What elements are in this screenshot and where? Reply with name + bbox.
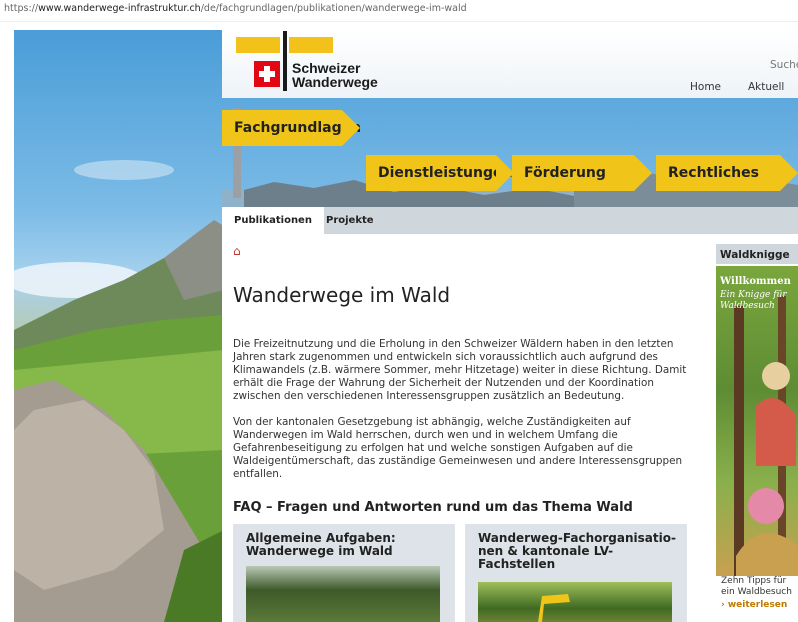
address-bar[interactable]: https://www.wanderwege-infrastruktur.ch/… xyxy=(0,0,798,22)
logo-post xyxy=(283,31,287,91)
logo-line1: Schweizer xyxy=(292,60,361,76)
logo-line2: Wanderwege xyxy=(292,74,378,90)
nav-foerderung-label: Förderung xyxy=(524,165,606,181)
site-logo[interactable]: Schweizer Wanderwege xyxy=(292,61,378,89)
nav-foerderung[interactable]: Förderung xyxy=(512,155,652,191)
home-icon[interactable]: ⌂ xyxy=(233,244,241,258)
faq-heading: FAQ – Fragen und Antworten rund um das T… xyxy=(233,500,633,515)
search-input[interactable]: Suche xyxy=(740,56,798,76)
law-paragraph: Von der kantonalen Gesetzgebung ist abhä… xyxy=(233,416,683,480)
waldknigge-image-subtitle: Ein Knigge für xyxy=(720,290,787,300)
swiss-flag-icon xyxy=(254,61,280,87)
url-prefix: https:// xyxy=(4,3,39,14)
url-host: www.wanderwege-infrastruktur.ch xyxy=(38,3,201,14)
nav-rechtliches-label: Rechtliches xyxy=(668,165,759,181)
sidebar-heading: Waldknigge xyxy=(716,244,798,264)
topnav-aktuell[interactable]: Aktuell xyxy=(748,81,784,93)
weiterlesen-label: weiterlesen xyxy=(727,600,788,610)
logo-sign-left xyxy=(236,37,280,53)
faq-card-fachorganisationen-title: Wanderweg-Fachorganisatio­nen & kantonal… xyxy=(478,531,676,571)
sidebar-caption: Zehn Tipps für ein Waldbesuch xyxy=(721,576,792,597)
nav-fachgrundlagen[interactable]: Fachgrundlagen xyxy=(222,110,361,146)
intro-paragraph: Die Freizeitnutzung und die Erholung in … xyxy=(233,338,687,402)
faq-card-aufgaben-title: Allgemeine Aufgaben: Wander­wege im Wald xyxy=(246,531,396,558)
nav-rechtliches[interactable]: Rechtliches xyxy=(656,155,798,191)
tab-projekte[interactable]: Projekte xyxy=(314,207,386,234)
topnav-home[interactable]: Home xyxy=(690,81,721,93)
chevron-right-icon: › xyxy=(721,600,725,610)
waldknigge-image-title: Willkommen xyxy=(720,276,791,287)
nav-dienstleistungen-label: Dienstleistungen xyxy=(378,165,513,181)
url-path: /de/fachgrundlagen/publikationen/wanderw… xyxy=(200,3,467,14)
waldknigge-image[interactable]: Willkommen Ein Knigge für Waldbesuch xyxy=(716,266,798,576)
nav-dienstleistungen[interactable]: Dienstleistungen xyxy=(366,155,514,191)
waldknigge-image-subtitle-2: Waldbesuch xyxy=(720,301,775,311)
weiterlesen-link[interactable]: › weiterlesen xyxy=(721,600,787,610)
faq-card-aufgaben-image[interactable] xyxy=(246,566,440,622)
tab-publikationen-label: Publikationen xyxy=(234,215,312,226)
nav-fachgrundlagen-label: Fachgrundlagen xyxy=(234,120,362,136)
faq-card-fachorganisationen-image[interactable] xyxy=(478,582,672,622)
tab-projekte-label: Projekte xyxy=(326,215,374,226)
logo-sign-right xyxy=(289,37,333,53)
page-title: Wanderwege im Wald xyxy=(233,283,451,307)
tab-publikationen[interactable]: Publikationen xyxy=(222,207,324,234)
